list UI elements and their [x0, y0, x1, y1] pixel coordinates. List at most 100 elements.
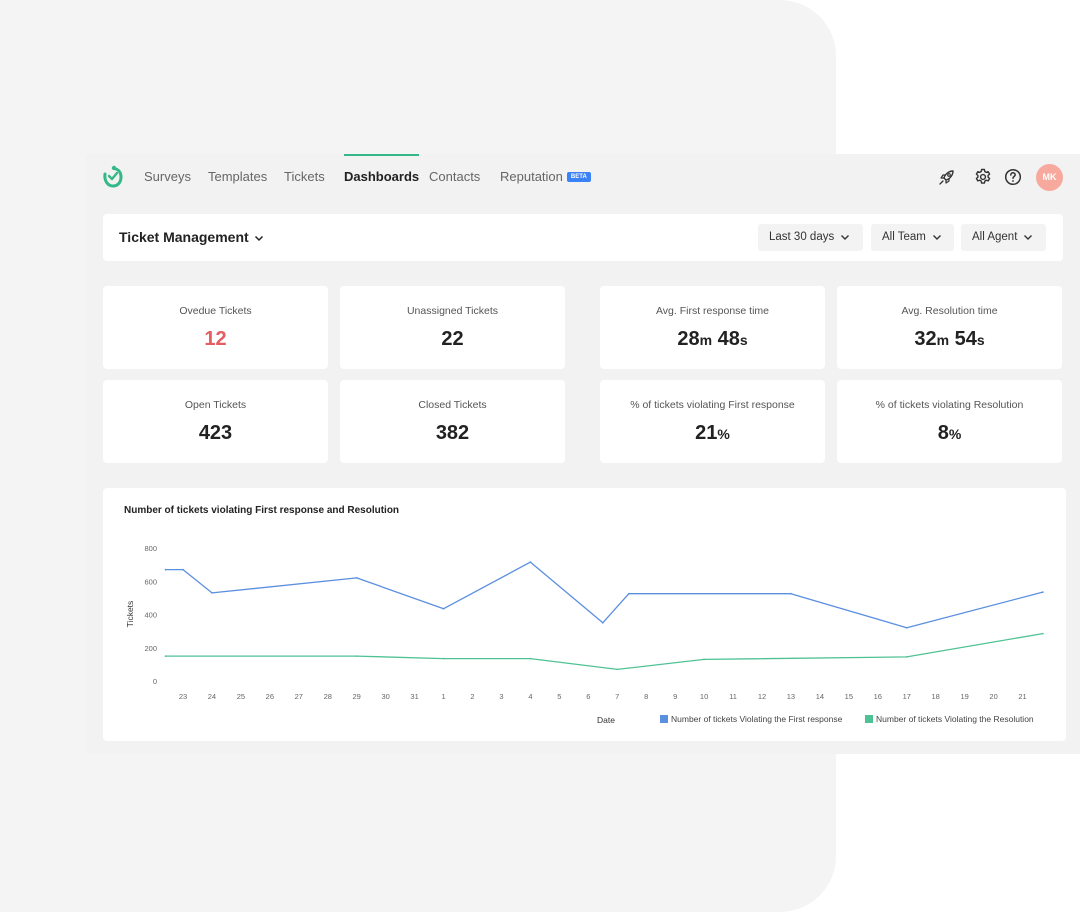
metric-value-number: 8: [937, 422, 949, 444]
team-filter[interactable]: All Team: [871, 224, 954, 251]
metric-value: 8%: [837, 422, 1062, 445]
legend-swatch: [660, 714, 668, 723]
x-tick-label: 15: [845, 692, 853, 701]
x-tick-label: 10: [700, 692, 708, 701]
metric-value-minutes: 28: [677, 328, 700, 350]
legend-swatch: [865, 714, 873, 723]
dashboard-selector[interactable]: Ticket Management: [119, 214, 264, 261]
x-tick-label: 27: [295, 692, 303, 701]
metric-value-minutes: 32: [914, 328, 937, 350]
metric-label: Avg. First response time: [655, 305, 769, 317]
metric-value-seconds: 48: [717, 328, 740, 350]
data-point-resolution: [529, 657, 532, 660]
x-axis-label: Date: [597, 715, 615, 725]
data-point-resolution: [164, 655, 167, 657]
nav-reputation[interactable]: Reputation BETA: [500, 154, 591, 200]
x-tick-label: 12: [758, 692, 766, 701]
metric-unit-s: s: [739, 332, 748, 348]
metric-unit-percent: %: [717, 426, 730, 442]
date-range-label: Last 30 days: [769, 231, 835, 243]
chevron-down-icon: [932, 234, 941, 240]
chevron-down-icon: [1024, 234, 1033, 240]
x-tick-label: 20: [989, 692, 997, 701]
x-tick-label: 31: [410, 692, 418, 701]
gear-icon[interactable]: [973, 167, 993, 187]
metric-label: Avg. Resolution time: [901, 305, 998, 317]
data-point-resolution: [355, 655, 358, 657]
x-tick-label: 23: [179, 692, 187, 701]
data-point-resolution: [442, 657, 445, 660]
date-range-filter[interactable]: Last 30 days: [758, 224, 863, 251]
metric-unit-m: m: [699, 332, 713, 348]
data-point-first-response: [529, 561, 532, 563]
series-line-resolution: [164, 632, 1044, 671]
metric-unit-s: s: [976, 332, 985, 348]
y-tick-label: 600: [144, 577, 157, 586]
data-point-first-response: [627, 592, 630, 595]
metric-card-avg-resolution: Avg. Resolution time 32m 54s: [837, 286, 1062, 369]
data-point-first-response: [355, 577, 358, 579]
data-point-first-response: [442, 607, 445, 610]
metric-card-open: Open Tickets 423: [103, 380, 328, 463]
nav-templates[interactable]: Templates: [208, 154, 267, 200]
metric-label: % of tickets violating Resolution: [875, 399, 1024, 411]
data-point-first-response: [905, 626, 908, 629]
x-tick-label: 21: [1018, 692, 1026, 701]
dashboard-header: Ticket Management Last 30 days All Team …: [103, 214, 1063, 261]
data-point-first-response: [601, 621, 604, 624]
metric-value: 32m 54s: [837, 328, 1062, 351]
nav-dashboards[interactable]: Dashboards: [344, 154, 420, 200]
nav-surveys[interactable]: Surveys: [144, 154, 191, 200]
x-tick-label: 16: [874, 692, 882, 701]
chevron-down-icon: [254, 236, 263, 242]
x-tick-label: 28: [324, 692, 332, 701]
data-point-first-response: [211, 592, 213, 594]
x-tick-label: 13: [787, 692, 795, 701]
nav-tickets[interactable]: Tickets: [284, 154, 325, 200]
brand-logo-icon[interactable]: [101, 165, 123, 189]
y-tick-label: 400: [144, 611, 157, 620]
chevron-down-icon: [841, 234, 850, 240]
series-line-first-response: [164, 561, 1044, 629]
x-tick-label: 30: [381, 692, 389, 701]
nav-contacts[interactable]: Contacts: [429, 154, 480, 200]
data-point-first-response: [182, 568, 184, 571]
violations-chart-card: Number of tickets violating First respon…: [103, 488, 1066, 741]
beta-badge: BETA: [566, 171, 591, 182]
x-tick-label: 18: [932, 692, 940, 701]
rocket-icon[interactable]: [937, 167, 957, 187]
metric-unit-m: m: [936, 332, 950, 348]
metric-value: 28m 48s: [600, 328, 825, 351]
metric-card-pct-resolution: % of tickets violating Resolution 8%: [837, 380, 1062, 463]
x-tick-label: 11: [729, 692, 737, 701]
data-point-first-response: [164, 568, 167, 571]
x-tick-label: 19: [960, 692, 968, 701]
metric-card-overdue: Ovedue Tickets 12: [103, 286, 328, 369]
agent-filter-label: All Agent: [972, 231, 1018, 243]
x-tick-label: 7: [615, 692, 619, 701]
metric-card-closed: Closed Tickets 382: [340, 380, 565, 463]
y-tick-label: 200: [144, 644, 157, 653]
legend-label: Number of tickets Violating the First re…: [671, 714, 843, 724]
x-tick-label: 4: [528, 692, 532, 701]
metric-card-avg-first-response: Avg. First response time 28m 48s: [600, 286, 825, 369]
line-chart: 020040060080023 24 25 26 27 28 29 30 31 1 2 3 4 5 6 7 8 9…: [125, 544, 1044, 725]
metric-value-number: 21: [695, 422, 718, 444]
metric-label: Closed Tickets: [418, 399, 487, 411]
agent-filter[interactable]: All Agent: [961, 224, 1046, 251]
user-avatar[interactable]: MK: [1036, 164, 1063, 191]
metric-value: 21%: [600, 422, 825, 445]
y-tick-label: 0: [153, 677, 157, 686]
y-tick-label: 800: [144, 544, 157, 553]
x-tick-label: 14: [816, 692, 824, 701]
metric-label: Unassigned Tickets: [406, 305, 499, 317]
data-point-resolution: [616, 668, 619, 671]
x-tick-label: 6: [586, 692, 590, 701]
top-navbar: Surveys Templates Tickets Dashboards Con…: [86, 154, 1080, 200]
y-axis-label: Tickets: [125, 601, 135, 628]
data-point-first-response: [1041, 591, 1044, 593]
x-tick-label: 5: [557, 692, 561, 701]
x-tick-label: 29: [353, 692, 361, 701]
team-filter-label: All Team: [882, 231, 926, 243]
help-icon[interactable]: [1003, 167, 1023, 187]
